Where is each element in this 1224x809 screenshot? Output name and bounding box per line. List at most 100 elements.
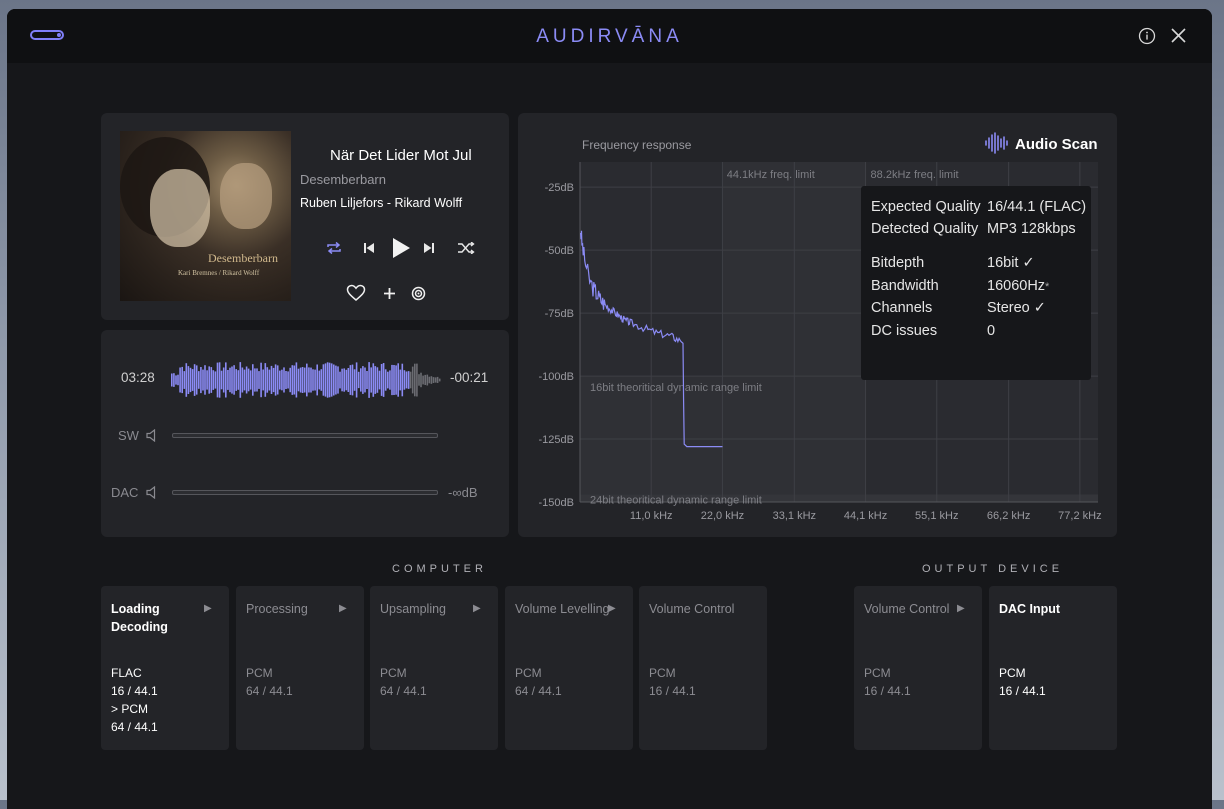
x-tick-label: 22,0 kHz: [701, 510, 744, 522]
waveform-seekbar[interactable]: [171, 362, 441, 398]
waveform-bar: [403, 370, 406, 390]
stage-volume-control[interactable]: Volume Control PCM 16 / 44.1: [639, 586, 767, 750]
stage-upsampling[interactable]: Upsampling ▶ PCM 64 / 44.1: [370, 586, 498, 750]
play-arrow-icon: ▶: [339, 603, 347, 614]
dac-volume-slider[interactable]: [172, 490, 438, 495]
info-icon[interactable]: [1138, 27, 1156, 45]
waveform-bar: [301, 367, 304, 393]
waveform-bar: [204, 365, 206, 395]
waveform-bar: [380, 364, 383, 396]
waveform-bar: [252, 364, 254, 396]
sw-speaker-icon[interactable]: [146, 429, 160, 442]
waveform-bar: [320, 369, 323, 391]
waveform-bar: [287, 371, 289, 389]
waveform-bar: [175, 375, 177, 385]
waveform-bar: [249, 370, 252, 390]
waveform-bar: [357, 371, 360, 389]
waveform-bar: [333, 364, 335, 396]
favorite-heart-icon[interactable]: [346, 284, 366, 302]
chart-annotation: 44.1kHz freq. limit: [727, 169, 815, 181]
app-window: AUDIRVĀNA Desemberbarn Kari Bremnes / Ri…: [7, 9, 1212, 809]
waveform-bar: [299, 367, 302, 393]
chart-title: Frequency response: [582, 138, 692, 152]
stage-output-volume-control[interactable]: Volume Control ▶ PCM 16 / 44.1: [854, 586, 982, 750]
repeat-icon[interactable]: [325, 241, 343, 255]
waveform-bar: [347, 368, 350, 392]
waveform-bar: [243, 369, 246, 391]
close-icon[interactable]: [1170, 27, 1187, 44]
waveform-bar: [260, 362, 262, 398]
waveform-bar: [343, 368, 345, 392]
waveform-bar: [438, 378, 441, 382]
y-tick-label: -75dB: [545, 308, 574, 320]
waveform-bar: [202, 369, 204, 391]
waveform-bar: [289, 367, 291, 393]
sw-volume-slider[interactable]: [172, 433, 438, 438]
waveform-bar: [314, 369, 316, 391]
computer-section-label: COMPUTER: [392, 563, 487, 575]
audio-scan-heading: Audio Scan: [1015, 136, 1098, 153]
playback-levels-panel: 03:28 -00:21 SW DAC -∞dB: [101, 330, 509, 537]
output-device-section-label: OUTPUT DEVICE: [922, 563, 1064, 575]
waveform-bar: [353, 369, 356, 391]
waveform-bar: [326, 362, 329, 398]
play-arrow-icon: ▶: [957, 603, 965, 614]
waveform-bar: [200, 367, 202, 394]
shuffle-icon[interactable]: [457, 242, 475, 254]
waveform-bar: [426, 374, 429, 386]
dc-issues-label: DC issues: [871, 323, 938, 339]
waveform-bar: [281, 369, 283, 391]
quality-info-box: Expected Quality 16/44.1 (FLAC) Detected…: [861, 186, 1091, 380]
play-arrow-icon: ▶: [473, 603, 481, 614]
waveform-bar: [366, 371, 368, 389]
stage-processing[interactable]: Processing ▶ PCM 64 / 44.1: [236, 586, 364, 750]
stage-format: PCM 64 / 44.1: [515, 666, 562, 698]
waveform-bar: [351, 364, 354, 396]
waveform-bar: [218, 362, 221, 398]
waveform-bar: [395, 365, 397, 395]
stage-dac-input[interactable]: DAC Input PCM 16 / 44.1: [989, 586, 1117, 750]
detected-quality-value: MP3 128kbps: [987, 221, 1076, 237]
waveform-bar: [397, 363, 399, 397]
waveform-bar: [193, 364, 196, 396]
stage-format: PCM 16 / 44.1: [864, 666, 911, 698]
waveform-bar: [418, 374, 420, 386]
stage-format: FLAC 16 / 44.1 > PCM 64 / 44.1: [111, 666, 158, 734]
waveform-bar: [308, 367, 310, 393]
track-album[interactable]: Desemberbarn: [300, 172, 386, 187]
waveform-bar: [436, 376, 439, 383]
chart-annotation: 24bit theoritical dynamic range limit: [590, 494, 762, 506]
waveform-bar: [318, 370, 321, 390]
app-title: AUDIRVĀNA: [536, 26, 683, 47]
waveform-bar: [297, 368, 300, 392]
dac-speaker-icon[interactable]: [146, 486, 160, 499]
y-tick-label: -100dB: [539, 371, 574, 383]
next-track-icon[interactable]: [423, 242, 435, 254]
waveform-bar: [189, 367, 192, 393]
add-to-playlist-icon[interactable]: [383, 287, 396, 300]
waveform-bar: [171, 373, 173, 387]
bitdepth-value: 16bit ✓: [987, 255, 1035, 271]
waveform-bar: [262, 369, 264, 391]
waveform-bar: [405, 371, 408, 389]
waveform-bar: [206, 370, 208, 390]
previous-track-icon[interactable]: [363, 242, 375, 254]
waveform-bar: [181, 366, 183, 394]
waveform-bar: [328, 362, 331, 398]
waveform-bar: [191, 369, 194, 391]
waveform-bar: [237, 370, 240, 390]
waveform-bar: [382, 363, 385, 397]
audio-scan-icon[interactable]: [411, 286, 426, 301]
stage-volume-levelling[interactable]: Volume Levelling ▶ PCM 64 / 44.1: [505, 586, 633, 750]
waveform-bar: [339, 371, 341, 389]
waveform-bar: [430, 376, 433, 384]
waveform-bar: [374, 366, 377, 394]
stage-loading-decoding[interactable]: Loading Decoding ▶ FLAC 16 / 44.1 > PCM 64 / 4…: [101, 586, 229, 750]
stage-name: Volume Control: [649, 602, 735, 616]
cover-title: Desemberbarn: [208, 251, 278, 265]
waveform-bar: [345, 369, 348, 391]
waveform-bar: [187, 366, 190, 394]
play-icon[interactable]: [391, 237, 411, 259]
track-artist[interactable]: Ruben Liljefors - Rikard Wolff: [300, 196, 462, 210]
waveform-bar: [401, 363, 404, 397]
